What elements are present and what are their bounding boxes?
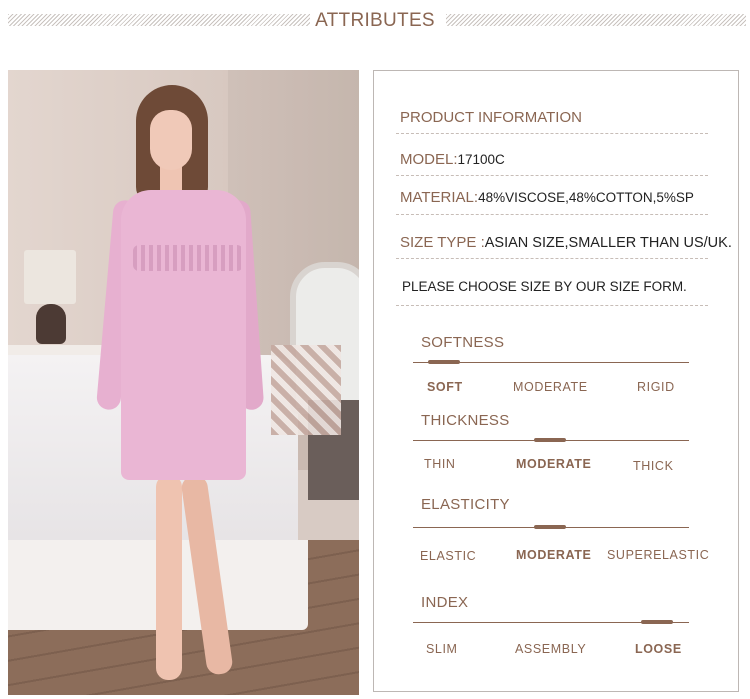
- attributes-header: ATTRIBUTES: [0, 0, 750, 45]
- size-type-label: SIZE TYPE :: [400, 234, 485, 251]
- header-hatch-left: [8, 14, 310, 26]
- softness-title: SOFTNESS: [421, 334, 505, 351]
- softness-marker: [428, 360, 460, 364]
- material-row: MATERIAL:48%VISCOSE,48%COTTON,5%SP: [400, 189, 706, 206]
- index-marker: [641, 620, 673, 624]
- index-option-loose: LOOSE: [635, 642, 682, 656]
- thickness-title: THICKNESS: [421, 412, 510, 429]
- material-label: MATERIAL:: [400, 189, 479, 206]
- elasticity-option-moderate: MODERATE: [516, 548, 592, 562]
- product-info-heading: PRODUCT INFORMATION: [400, 109, 582, 126]
- lamp: [24, 250, 76, 304]
- softness-option-soft: SOFT: [427, 380, 463, 394]
- plaid-blanket: [271, 345, 341, 435]
- size-type-value: ASIAN SIZE,SMALLER THAN US/UK.: [484, 235, 732, 251]
- softness-option-moderate: MODERATE: [513, 380, 588, 394]
- index-title: INDEX: [421, 594, 469, 611]
- model-row: MODEL:17100C: [400, 151, 706, 168]
- size-type-row: SIZE TYPE :ASIAN SIZE,SMALLER THAN US/UK…: [400, 234, 732, 251]
- header-title: ATTRIBUTES: [315, 10, 435, 31]
- softness-option-rigid: RIGID: [637, 380, 675, 394]
- model-value: 17100C: [457, 152, 505, 167]
- thickness-option-moderate: MODERATE: [516, 457, 592, 471]
- nightgown-dress: [121, 190, 246, 480]
- product-photo: [8, 70, 359, 695]
- thickness-marker: [534, 438, 566, 442]
- elasticity-title: ELASTICITY: [421, 496, 510, 513]
- thickness-option-thick: THICK: [633, 459, 674, 473]
- model-label: MODEL:: [400, 151, 458, 168]
- elasticity-option-superelastic: SUPERELASTIC: [607, 548, 710, 562]
- thickness-option-thin: THIN: [424, 457, 456, 471]
- material-value: 48%VISCOSE,48%COTTON,5%SP: [478, 190, 694, 205]
- elasticity-option-elastic: ELASTIC: [420, 549, 477, 563]
- index-option-assembly: ASSEMBLY: [515, 642, 587, 656]
- elasticity-marker: [534, 525, 566, 529]
- index-option-slim: SLIM: [426, 642, 458, 656]
- size-note: PLEASE CHOOSE SIZE BY OUR SIZE FORM.: [402, 279, 687, 294]
- dress-lace-trim: [133, 245, 243, 271]
- header-hatch-right: [446, 14, 746, 26]
